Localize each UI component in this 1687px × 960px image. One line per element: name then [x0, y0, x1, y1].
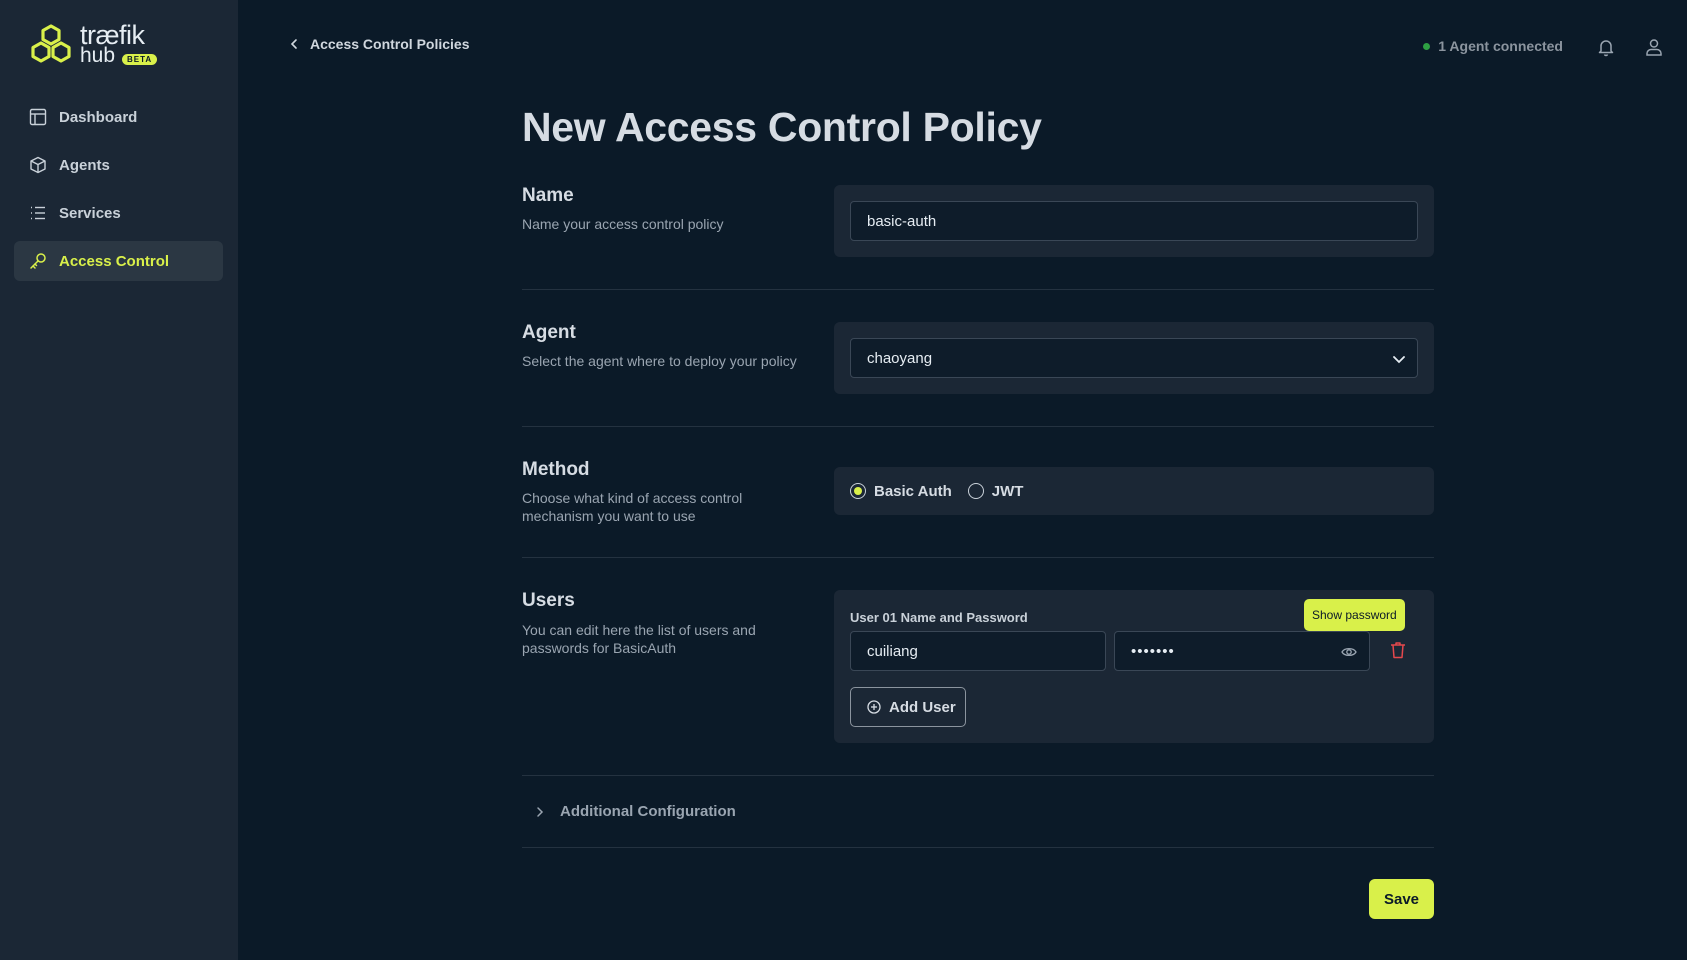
name-section-desc: Name your access control policy — [522, 216, 724, 232]
eye-icon[interactable] — [1341, 644, 1357, 660]
status-dot-icon — [1423, 42, 1431, 50]
sidebar-item-access-control[interactable]: Access Control — [14, 241, 223, 281]
sidebar-item-label: Access Control — [59, 252, 170, 270]
page-title: New Access Control Policy — [522, 104, 1042, 150]
hexagon-logo-icon — [31, 24, 71, 63]
trash-icon[interactable] — [1390, 641, 1406, 659]
name-section-title: Name — [522, 185, 574, 206]
agent-card: chaoyang — [834, 322, 1434, 394]
brand-sub: hub — [80, 44, 116, 67]
agent-select[interactable]: chaoyang — [850, 338, 1418, 378]
plus-circle-icon — [867, 700, 881, 714]
name-card: basic-auth — [834, 185, 1434, 257]
traefik-hub-logo[interactable]: træfik hub BETA — [28, 20, 160, 68]
back-link-label: Access Control Policies — [310, 36, 470, 52]
chevron-left-icon — [290, 39, 297, 49]
chevron-down-icon — [1393, 356, 1405, 364]
sidebar-item-label: Services — [59, 204, 121, 222]
sidebar: træfik hub BETA Dashboard Agents Service… — [0, 0, 238, 960]
additional-configuration-label: Additional Configuration — [560, 803, 736, 820]
additional-configuration-toggle[interactable]: Additional Configuration — [534, 803, 736, 820]
password-value: ••••••• — [1131, 642, 1175, 660]
list-icon — [31, 206, 45, 220]
jwt-label[interactable]: JWT — [992, 483, 1024, 500]
sidebar-item-services[interactable]: Services — [14, 193, 223, 233]
sidebar-item-label: Agents — [59, 156, 110, 174]
key-icon — [30, 253, 46, 269]
users-section-desc: You can edit here the list of users and … — [522, 622, 756, 656]
method-section-title: Method — [522, 459, 590, 480]
sidebar-item-label: Dashboard — [59, 108, 138, 126]
user-row-label: User 01 Name and Password — [850, 610, 1028, 625]
divider — [522, 847, 1434, 848]
sidebar-item-agents[interactable]: Agents — [14, 145, 223, 185]
agent-section-title: Agent — [522, 322, 576, 343]
add-user-button[interactable]: Add User — [850, 687, 966, 727]
users-section-title: Users — [522, 590, 575, 611]
basic-auth-radio[interactable] — [850, 483, 866, 499]
password-input[interactable]: ••••••• — [1114, 631, 1370, 671]
username-input[interactable]: cuiliang — [850, 631, 1106, 671]
policy-name-input[interactable]: basic-auth — [850, 201, 1418, 241]
sidebar-item-dashboard[interactable]: Dashboard — [14, 97, 223, 137]
divider — [522, 775, 1434, 776]
divider — [522, 426, 1434, 427]
bell-icon[interactable] — [1596, 37, 1616, 57]
agent-select-value: chaoyang — [867, 349, 933, 367]
users-card: User 01 Name and Password Show password … — [834, 590, 1434, 743]
divider — [522, 557, 1434, 558]
agent-section-desc: Select the agent where to deploy your po… — [522, 353, 797, 369]
basic-auth-label[interactable]: Basic Auth — [874, 483, 952, 500]
method-section-desc: Choose what kind of access control mecha… — [522, 490, 743, 524]
save-button[interactable]: Save — [1369, 879, 1434, 919]
method-radio-group: Basic Auth JWT — [834, 467, 1434, 515]
agent-status: 1 Agent connected — [1423, 38, 1563, 54]
jwt-radio[interactable] — [967, 483, 984, 499]
divider — [522, 289, 1434, 290]
back-link[interactable]: Access Control Policies — [288, 36, 470, 52]
sidebar-nav: Dashboard Agents Services Access Control — [14, 97, 223, 289]
agent-status-label: 1 Agent connected — [1438, 38, 1563, 54]
method-card: Basic Auth JWT — [834, 467, 1434, 515]
box-icon — [30, 156, 46, 174]
layout-icon — [29, 108, 47, 126]
chevron-right-icon — [537, 806, 544, 817]
add-user-label: Add User — [889, 698, 956, 716]
beta-badge: BETA — [122, 54, 158, 65]
show-password-tooltip: Show password — [1304, 599, 1405, 636]
user-icon[interactable] — [1644, 37, 1664, 57]
